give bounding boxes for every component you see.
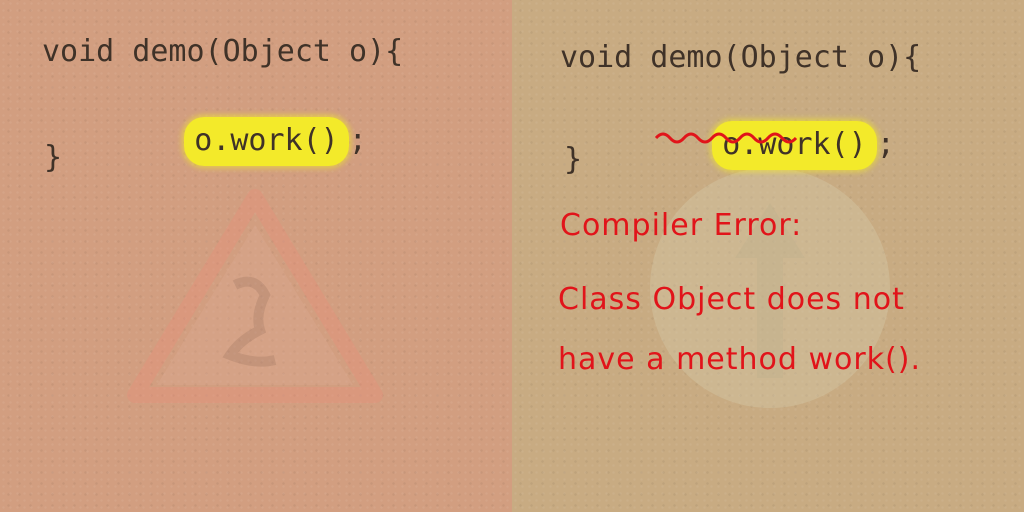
code-line-2: o.work();	[112, 88, 367, 193]
left-panel: void demo(Object o){ o.work(); }	[0, 0, 512, 512]
code-line-3: }	[44, 140, 63, 175]
warning-triangle-icon	[127, 189, 383, 403]
right-panel: void demo(Object o){ o.work(); } Compile…	[512, 0, 1024, 512]
highlighted-call: o.work()	[184, 117, 349, 166]
semicolon: ;	[348, 123, 367, 158]
paper-texture	[512, 0, 1024, 512]
error-squiggle	[654, 132, 798, 144]
code-line-1: void demo(Object o){	[560, 40, 922, 75]
error-message-line-1: Class Object does not	[558, 282, 905, 317]
code-line-1: void demo(Object o){	[42, 34, 404, 69]
error-title: Compiler Error:	[560, 208, 803, 243]
semicolon: ;	[876, 127, 895, 162]
paper-texture	[0, 0, 512, 512]
error-message-line-2: have a method work().	[558, 342, 921, 377]
code-line-3: }	[564, 142, 583, 177]
